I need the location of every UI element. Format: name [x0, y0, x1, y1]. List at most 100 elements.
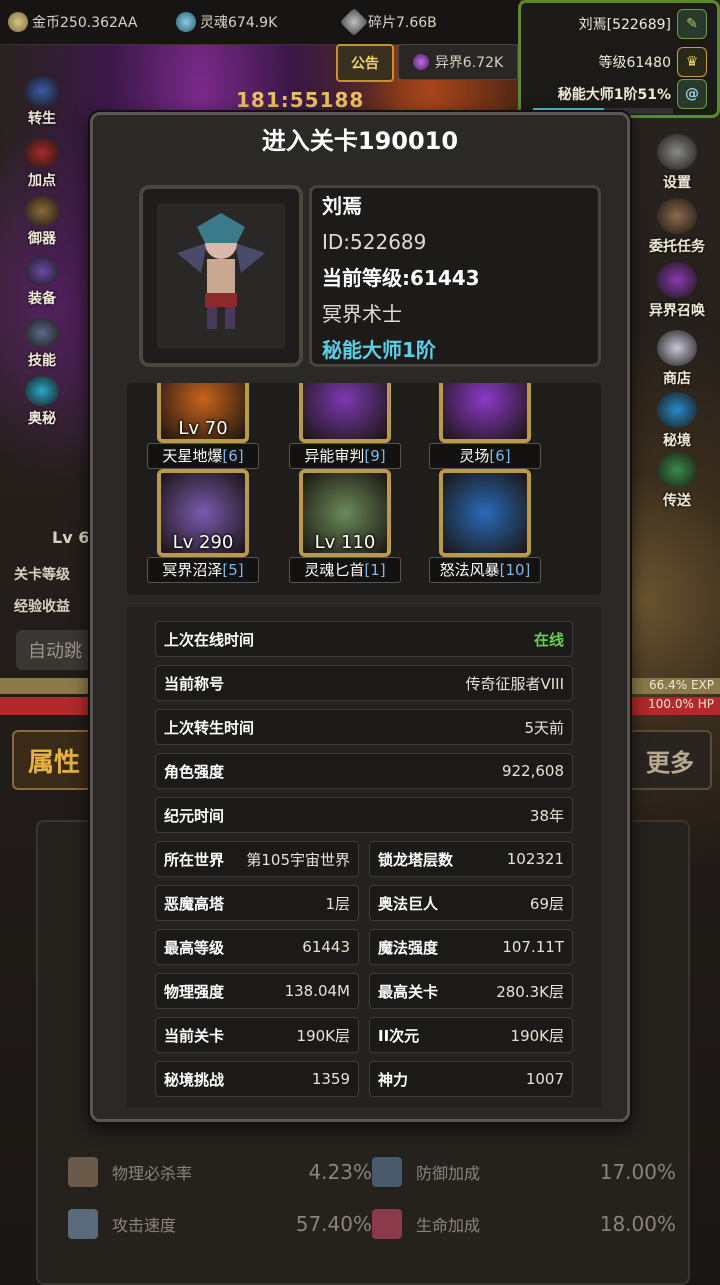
detail-grid-cell: 恶魔高塔 1层 — [155, 885, 359, 921]
skill-level-badge: Lv 290 — [172, 532, 234, 553]
mystery-icon — [25, 376, 59, 406]
skill-name: 冥界沼泽 — [162, 561, 223, 579]
left-menu-gear[interactable]: 装备 — [12, 256, 72, 308]
right-menu-summon[interactable]: 异界召唤 — [646, 262, 708, 320]
stat-hp-bonus: 生命加成 18.00% — [372, 1204, 676, 1244]
auto-skip-button[interactable]: 自动跳 — [16, 630, 96, 670]
coin-counter: 金币250.362AA — [8, 12, 168, 32]
right-menu-settings[interactable]: 设置 — [646, 134, 708, 192]
heart-icon — [372, 1209, 402, 1239]
skill-rank: [9] — [364, 447, 386, 465]
tab-attributes[interactable]: 属性 — [12, 730, 96, 790]
soul-counter: 灵魂674.9K — [176, 12, 336, 32]
detail-value: 102321 — [506, 850, 564, 868]
hp-percent: 100.0% HP — [648, 697, 714, 711]
character-sprite — [177, 213, 265, 329]
right-menu-teleport[interactable]: 传送 — [646, 452, 708, 510]
skill-slot[interactable]: Lv 290 冥界沼泽[5] — [143, 469, 263, 583]
skill-name-plate: 怒法风暴[10] — [429, 557, 541, 583]
add-points-icon — [25, 138, 59, 168]
skill-slot[interactable]: 怒法风暴[10] — [425, 469, 545, 583]
detail-grid-cell: 当前关卡 190K层 — [155, 1017, 359, 1053]
skill-rank: [1] — [364, 561, 386, 579]
left-menu-mystery[interactable]: 奥秘 — [12, 376, 72, 428]
stat-value: 18.00% — [599, 1212, 676, 1236]
skill-name: 灵魂匕首 — [304, 561, 365, 579]
detail-value: 第105宇宙世界 — [246, 850, 350, 869]
player-info-id: ID:522689 — [322, 230, 427, 254]
skill-list[interactable]: Lv 70 天星地爆[6] 异能审判[9] 灵场[6] Lv 290 冥界沼泽[5] Lv … — [127, 383, 601, 595]
other-world-value: 异界6.72K — [434, 55, 504, 71]
detail-value: 190K层 — [296, 1026, 350, 1045]
resource-bar: 金币250.362AA 灵魂674.9K 碎片7.66B — [0, 0, 520, 45]
left-menu-label: 奥秘 — [28, 411, 56, 427]
soul-icon — [176, 12, 196, 32]
stat-label: 攻击速度 — [112, 1216, 177, 1235]
detail-value: 5天前 — [524, 718, 564, 737]
detail-key: 当前称号 — [164, 674, 225, 693]
other-world-button[interactable]: 异界6.72K — [398, 44, 518, 80]
stage-level-label: 关卡等级 — [14, 567, 70, 583]
detail-key: 魔法强度 — [378, 938, 439, 957]
skill-slot[interactable]: Lv 110 灵魂匕首[1] — [285, 469, 405, 583]
right-menu-secret-realm[interactable]: 秘境 — [646, 392, 708, 450]
detail-grid-cell: 神力 1007 — [369, 1061, 573, 1097]
detail-key: 纪元时间 — [164, 806, 225, 825]
stat-label: 生命加成 — [416, 1216, 481, 1235]
player-rank: 秘能大师1阶51% — [557, 87, 671, 103]
notice-button[interactable]: 公告 — [336, 44, 394, 82]
detail-key: 最高等级 — [164, 938, 225, 957]
player-portrait — [139, 185, 303, 367]
skill-icon: Lv 290 — [157, 469, 249, 557]
detail-grid-cell: II次元 190K层 — [369, 1017, 573, 1053]
skill-name-plate: 灵场[6] — [429, 443, 541, 469]
summon-icon — [657, 262, 697, 298]
left-menu-label: 御器 — [28, 231, 56, 247]
left-menu-equipment-control[interactable]: 御器 — [12, 196, 72, 248]
other-world-icon — [412, 54, 429, 70]
teleport-icon — [657, 452, 697, 488]
detail-row: 角色强度 922,608 — [155, 753, 573, 789]
settings-icon — [657, 134, 697, 170]
stat-value: 17.00% — [599, 1160, 676, 1184]
right-menu-shop[interactable]: 商店 — [646, 330, 708, 388]
skill-slot[interactable]: 灵场[6] — [425, 383, 545, 469]
stat-value: 57.40% — [295, 1212, 372, 1236]
skill-rank: [6] — [222, 447, 244, 465]
detail-grid-cell: 魔法强度 107.11T — [369, 929, 573, 965]
right-menu-commission-tasks[interactable]: 委托任务 — [646, 198, 708, 256]
player-level-row: 等级61480 ♛ — [598, 47, 707, 77]
vortex-icon: @ — [677, 79, 707, 109]
detail-key: 当前关卡 — [164, 1026, 225, 1045]
portrait-frame — [157, 203, 285, 349]
left-menu-skills[interactable]: 技能 — [12, 318, 72, 370]
skill-slot[interactable]: 异能审判[9] — [285, 383, 405, 469]
left-menu-add-points[interactable]: 加点 — [12, 138, 72, 190]
skill-name-plate: 灵魂匕首[1] — [289, 557, 401, 583]
detail-row: 当前称号 传奇征服者VIII — [155, 665, 573, 701]
detail-grid-cell: 最高等级 61443 — [155, 929, 359, 965]
skull-icon — [68, 1157, 98, 1187]
stat-label: 物理必杀率 — [112, 1164, 193, 1183]
skill-icon — [439, 469, 531, 557]
exp-income-label: 经验收益 — [14, 599, 70, 615]
player-detail-list: 上次在线时间 在线 当前称号 传奇征服者VIII 上次转生时间 5天前 角色强度 922,60… — [127, 607, 601, 1107]
detail-value: 280.3K层 — [496, 982, 564, 1001]
feather-icon[interactable]: ✎ — [677, 9, 707, 39]
detail-value: 69层 — [529, 894, 564, 913]
skill-icon — [299, 383, 391, 443]
player-panel[interactable]: 刘焉[522689] ✎ 等级61480 ♛ 秘能大师1阶51% @ — [518, 0, 720, 118]
detail-grid-cell: 奥法巨人 69层 — [369, 885, 573, 921]
detail-value: 138.04M — [284, 982, 350, 1000]
detail-row: 上次转生时间 5天前 — [155, 709, 573, 745]
detail-value: 190K层 — [510, 1026, 564, 1045]
skill-slot[interactable]: Lv 70 天星地爆[6] — [143, 383, 263, 469]
player-info-box: 刘焉 ID:522689 当前等级:61443 冥界术士 秘能大师1阶 — [309, 185, 601, 367]
dialog-title: 进入关卡190010 — [261, 127, 459, 155]
detail-key: II次元 — [378, 1026, 420, 1045]
fragment-counter: 碎片7.66B — [339, 7, 504, 37]
tab-more[interactable]: 更多 — [628, 730, 712, 790]
left-menu-rebirth[interactable]: 转生 — [12, 76, 72, 128]
detail-key: 角色强度 — [164, 762, 225, 781]
skill-rank: [6] — [489, 447, 511, 465]
